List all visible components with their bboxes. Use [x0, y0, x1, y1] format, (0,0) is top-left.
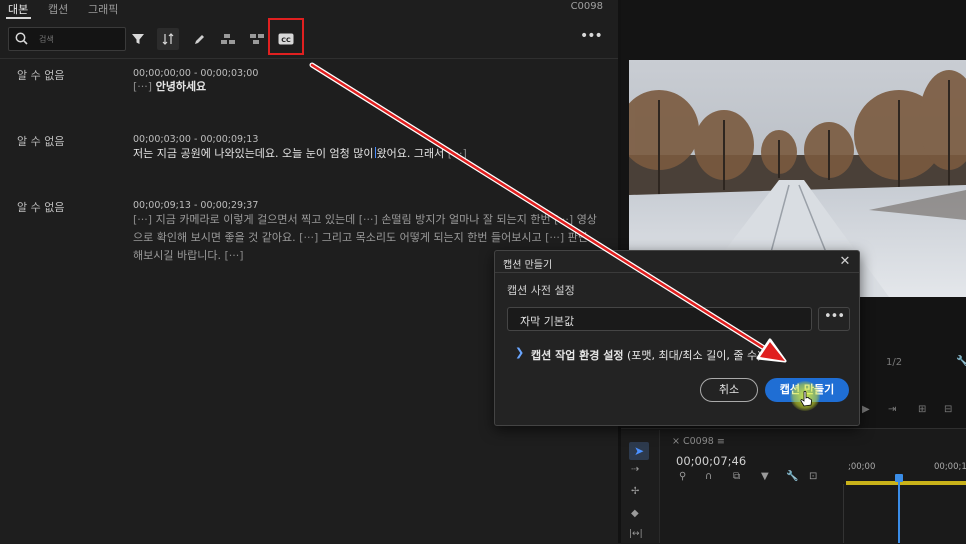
- annotation-highlight-box: [268, 18, 304, 55]
- gap-marker: [···]: [447, 147, 467, 160]
- segment-text[interactable]: [···] 안녕하세요: [133, 78, 598, 96]
- snap-icon[interactable]: ⚲: [679, 471, 686, 482]
- ruler-time-label: ;00;00: [848, 462, 876, 472]
- segment-words[interactable]: 그리고 목소리도 어떻게 되는지 한번 들어보시고: [322, 231, 542, 244]
- merge-segments-button[interactable]: [246, 28, 268, 50]
- gap-marker: [···]: [133, 80, 153, 93]
- caption-preferences-detail: (포맷, 최대/최소 길이, 줄 수): [626, 349, 762, 362]
- segment-words[interactable]: 저는 지금 공원에 나와있는데요. 오늘 눈이 엄청 많이: [133, 147, 374, 160]
- sequence-name: C0098: [570, 1, 603, 12]
- gap-marker: [···]: [299, 231, 319, 244]
- timeline-tab-label: C0098: [682, 436, 714, 447]
- work-area-bar[interactable]: [846, 481, 966, 485]
- timeline-sequence-tab[interactable]: × C0098 ≡: [672, 436, 725, 447]
- linked-selection-icon[interactable]: ⧉: [733, 471, 740, 482]
- search-input[interactable]: [37, 31, 125, 48]
- segment-words[interactable]: 손떨림 방지가 얼마나 잘 되는지 한번: [381, 213, 550, 226]
- track-select-tool-icon[interactable]: ⇢: [631, 464, 639, 475]
- segment-text[interactable]: 저는 지금 공원에 나와있는데요. 오늘 눈이 엄청 많이 왔어요. 그래서 [·…: [133, 145, 598, 163]
- cancel-button[interactable]: 취소: [700, 378, 758, 402]
- sync-icon: [162, 33, 174, 45]
- selection-tool-icon[interactable]: ➤: [629, 442, 649, 460]
- preset-more-button[interactable]: •••: [818, 307, 850, 331]
- step-forward-icon[interactable]: ⇥: [888, 404, 896, 415]
- track-divider: [843, 484, 844, 543]
- speaker-label[interactable]: 알 수 없음: [17, 199, 64, 215]
- speaker-label[interactable]: 알 수 없음: [17, 67, 64, 83]
- magnet-icon[interactable]: ∩: [705, 471, 712, 482]
- tab-graphics[interactable]: 그래픽: [88, 1, 118, 17]
- text-cursor: [374, 147, 376, 158]
- chevron-down-icon: ⌄: [520, 311, 529, 322]
- filter-button[interactable]: [127, 28, 149, 50]
- segment-words[interactable]: 왔어요. 그래서: [377, 147, 445, 160]
- gap-marker: [···]: [133, 213, 153, 226]
- more-options-button[interactable]: •••: [580, 28, 603, 48]
- timeline-timecode[interactable]: 00;00;07;46: [676, 454, 746, 468]
- sync-transcript-button[interactable]: [157, 28, 179, 50]
- gap-marker: [···]: [545, 231, 565, 244]
- segment-words[interactable]: 안녕하세요: [156, 80, 207, 93]
- tools-panel: ➤ ⇢ ✢ ◆ |↔|: [621, 430, 660, 543]
- merge-segments-icon: [250, 34, 264, 44]
- gap-marker: [···]: [358, 213, 378, 226]
- add-marker-icon[interactable]: ▼: [761, 471, 769, 482]
- gap-marker: [···]: [224, 249, 244, 262]
- search-icon: [15, 32, 28, 45]
- search-box[interactable]: [8, 27, 126, 51]
- slip-tool-icon[interactable]: |↔|: [629, 529, 643, 539]
- razor-tool-icon[interactable]: ◆: [631, 508, 639, 519]
- close-icon[interactable]: ✕: [837, 254, 853, 270]
- tab-captions[interactable]: 캡션: [48, 1, 68, 17]
- timeline-settings-icon[interactable]: 🔧: [786, 471, 798, 482]
- active-tab-indicator: [6, 17, 31, 19]
- resolution-select[interactable]: 1/2: [886, 357, 902, 368]
- wrench-icon[interactable]: 🔧: [956, 356, 966, 367]
- gap-marker: [···]: [554, 213, 574, 226]
- captions-track-icon[interactable]: ⊡: [809, 471, 817, 482]
- panel-tabs: 대본 캡션 그래픽 C0098: [0, 0, 618, 19]
- segment-words[interactable]: 지금 카메라로 이렇게 걸으면서 찍고 있는데: [156, 213, 356, 226]
- play-icon[interactable]: ▶: [862, 404, 870, 415]
- playhead-line[interactable]: [898, 480, 900, 543]
- caption-preferences-label: 캡션 작업 환경 설정: [531, 349, 624, 362]
- dialog-title: 캡션 만들기: [503, 260, 553, 271]
- split-segment-button[interactable]: [217, 28, 239, 50]
- dialog-divider: [495, 272, 859, 273]
- split-segment-icon: [221, 34, 235, 44]
- speaker-label[interactable]: 알 수 없음: [17, 133, 64, 149]
- filter-icon: [132, 34, 144, 44]
- pencil-icon: [194, 34, 204, 44]
- lift-icon[interactable]: ⊞: [918, 404, 926, 415]
- hand-cursor-icon: [800, 391, 812, 407]
- edit-button[interactable]: [188, 28, 210, 50]
- preset-dropdown[interactable]: 자막 기본값 ⌄: [507, 307, 812, 331]
- extract-icon[interactable]: ⊟: [944, 404, 952, 415]
- preset-label: 캡션 사전 설정: [507, 284, 575, 297]
- segment-timecode: 00;00;03;00 - 00;00;09;13: [133, 134, 259, 145]
- ripple-edit-tool-icon[interactable]: ✢: [631, 486, 639, 497]
- ruler-time-label: 00;00;1: [934, 462, 966, 472]
- tab-transcript[interactable]: 대본: [8, 1, 28, 17]
- chevron-right-icon[interactable]: ❯: [515, 346, 524, 359]
- segment-timecode: 00;00;09;13 - 00;00;29;37: [133, 200, 259, 211]
- caption-preferences-toggle[interactable]: 캡션 작업 환경 설정 (포맷, 최대/최소 길이, 줄 수): [531, 347, 761, 363]
